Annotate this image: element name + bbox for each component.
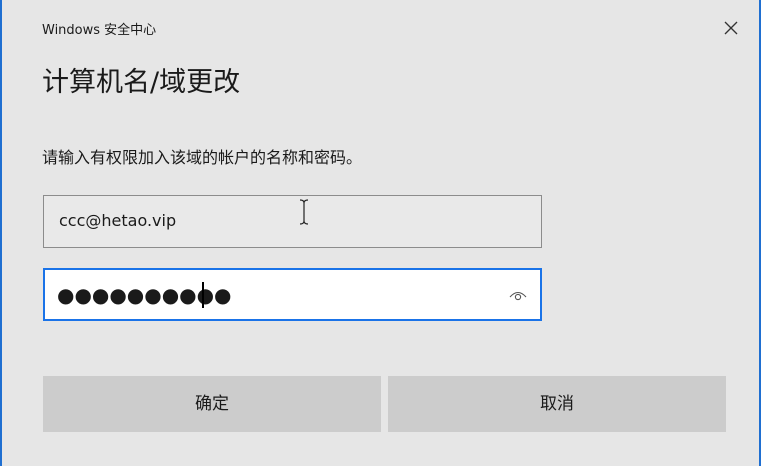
reveal-password-button[interactable] xyxy=(506,283,530,307)
dialog-heading: 计算机名/域更改 xyxy=(42,67,241,98)
username-value: ccc@hetao.vip xyxy=(59,211,177,230)
cancel-button[interactable]: 取消 xyxy=(388,376,726,432)
window-title: Windows 安全中心 xyxy=(42,23,157,38)
ok-button[interactable]: 确定 xyxy=(43,376,381,432)
eye-icon xyxy=(509,291,527,301)
credentials-dialog: Windows 安全中心 计算机名/域更改 请输入有权限加入该域的帐户的名称和密… xyxy=(0,0,761,466)
password-value: ●●●●●●●●●● xyxy=(57,283,232,307)
text-cursor-icon xyxy=(299,199,309,225)
dialog-prompt: 请输入有权限加入该域的帐户的名称和密码。 xyxy=(42,148,363,167)
password-field[interactable]: ●●●●●●●●●● xyxy=(43,268,542,321)
username-field[interactable]: ccc@hetao.vip xyxy=(43,195,542,248)
text-caret xyxy=(202,282,204,308)
close-icon xyxy=(724,21,738,35)
close-button[interactable] xyxy=(714,12,748,44)
